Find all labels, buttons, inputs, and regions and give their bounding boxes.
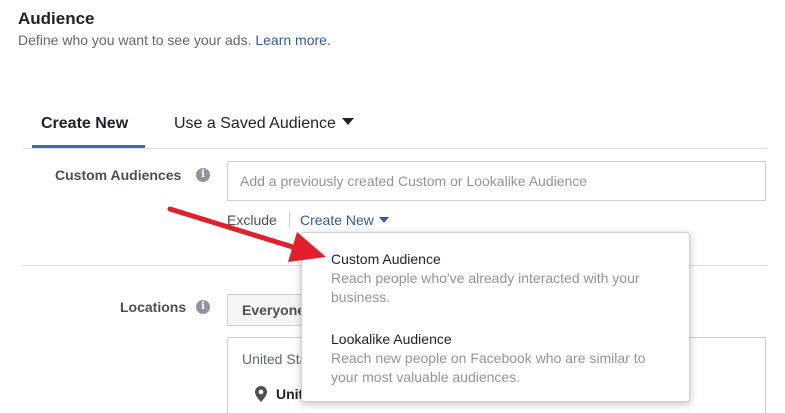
caret-down-icon [341, 118, 354, 125]
section-title: Audience [18, 9, 95, 28]
caret-down-icon [378, 217, 389, 223]
menu-item-custom-audience[interactable]: Custom Audience Reach people who've alre… [302, 249, 689, 307]
menu-item-description: Reach new people on Facebook who are sim… [331, 350, 646, 385]
custom-audiences-label: Custom Audiences [55, 167, 182, 183]
create-new-dropdown-button[interactable]: Create New [300, 212, 389, 228]
exclude-link[interactable]: Exclude [227, 212, 277, 228]
menu-item-title: Custom Audience [331, 251, 441, 267]
info-icon[interactable]: i [196, 168, 210, 182]
link-separator [289, 211, 290, 228]
tab-use-saved-audience[interactable]: Use a Saved Audience [174, 115, 354, 133]
learn-more-link[interactable]: Learn more. [255, 32, 330, 48]
tab-use-saved-audience-label: Use a Saved Audience [174, 115, 336, 132]
map-pin-icon [255, 386, 267, 402]
info-icon[interactable]: i [196, 300, 210, 314]
locations-label: Locations [120, 299, 187, 315]
tab-create-new[interactable]: Create New [41, 115, 128, 133]
section-description-text: Define who you want to see your ads. [18, 32, 252, 48]
section-description: Define who you want to see your ads. Lea… [18, 32, 331, 48]
create-new-dropdown-menu: Custom Audience Reach people who've alre… [301, 232, 690, 402]
create-new-label: Create New [300, 212, 374, 228]
menu-item-lookalike-audience[interactable]: Lookalike Audience Reach new people on F… [302, 329, 689, 387]
custom-audiences-input[interactable] [227, 161, 766, 201]
tab-divider [22, 148, 767, 149]
menu-item-description: Reach people who've already interacted w… [331, 270, 640, 305]
menu-item-title: Lookalike Audience [331, 331, 452, 347]
